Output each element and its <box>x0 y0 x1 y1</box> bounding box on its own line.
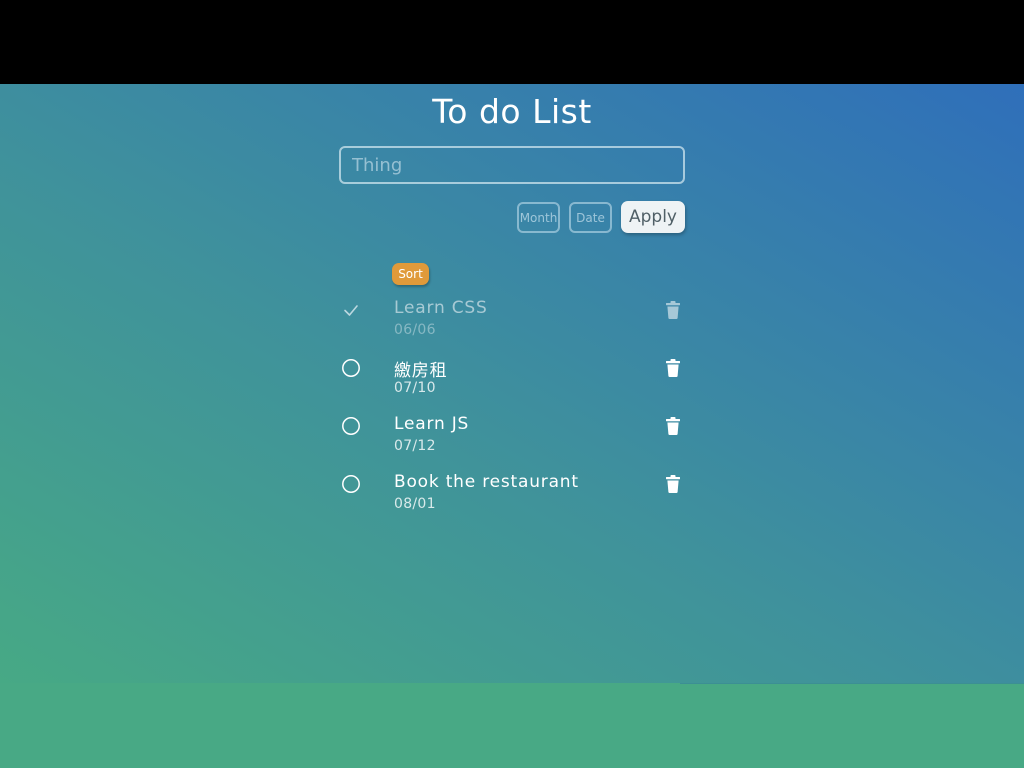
panel-edge <box>680 683 1024 684</box>
todo-item: 繳房租 07/10 <box>339 355 685 413</box>
todo-date: 06/06 <box>394 322 436 338</box>
trash-icon[interactable] <box>666 475 680 493</box>
circle-icon[interactable] <box>340 357 362 379</box>
todo-list: Learn CSS 06/06 繳房租 07/10 Learn JS 07/12… <box>339 297 685 529</box>
todo-date: 08/01 <box>394 496 436 512</box>
todo-item: Book the restaurant 08/01 <box>339 471 685 529</box>
todo-item: Learn JS 07/12 <box>339 413 685 471</box>
page-title: To do List <box>432 92 592 131</box>
month-input[interactable] <box>517 202 560 233</box>
todo-text: Learn JS <box>394 414 470 434</box>
sort-button[interactable]: Sort <box>392 263 429 285</box>
todo-text: 繳房租 <box>394 361 448 381</box>
trash-icon[interactable] <box>666 359 680 377</box>
todo-text: Book the restaurant <box>394 472 579 492</box>
circle-icon[interactable] <box>340 473 362 495</box>
todo-date: 07/12 <box>394 438 436 454</box>
trash-icon[interactable] <box>666 301 680 319</box>
top-black-bar <box>0 0 1024 84</box>
thing-input[interactable] <box>339 146 685 184</box>
trash-icon[interactable] <box>666 417 680 435</box>
todo-text: Learn CSS <box>394 298 488 318</box>
todo-item: Learn CSS 06/06 <box>339 297 685 355</box>
circle-icon[interactable] <box>340 415 362 437</box>
date-input[interactable] <box>569 202 612 233</box>
apply-button[interactable]: Apply <box>621 201 685 233</box>
todo-date: 07/10 <box>394 380 436 396</box>
check-icon[interactable] <box>340 299 362 321</box>
